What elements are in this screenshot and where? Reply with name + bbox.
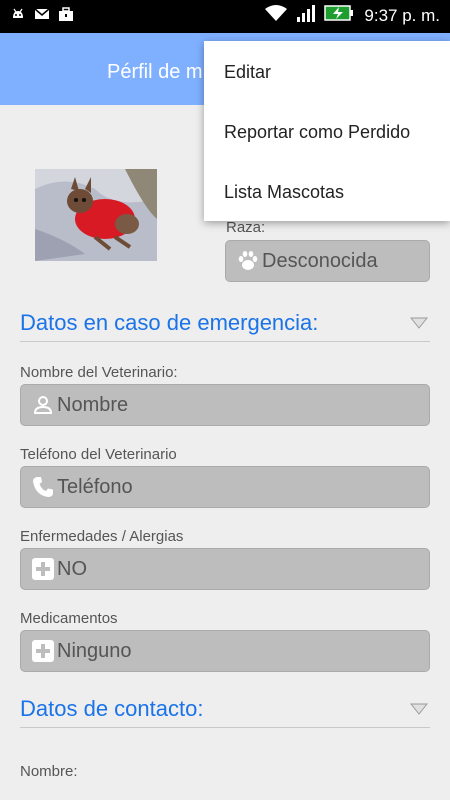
person-icon xyxy=(31,393,55,417)
signal-icon xyxy=(296,4,316,27)
breed-field[interactable]: Desconocida xyxy=(225,240,430,282)
illness-label: Enfermedades / Alergias xyxy=(20,528,184,545)
menu-item-reportar-perdido[interactable]: Reportar como Perdido xyxy=(224,122,410,143)
vet-name-label: Nombre del Veterinario: xyxy=(20,364,178,381)
meds-label: Medicamentos xyxy=(20,610,118,627)
meds-value: Ninguno xyxy=(57,639,132,662)
page-title: Pérfil de m xyxy=(107,61,203,83)
mail-icon xyxy=(34,6,50,27)
illness-value: NO xyxy=(57,557,87,580)
phone-icon xyxy=(31,475,55,499)
illness-field[interactable]: NO xyxy=(20,548,430,590)
vet-phone-field[interactable]: Teléfono xyxy=(20,466,430,508)
wifi-icon xyxy=(264,4,288,27)
android-debug-icon xyxy=(10,6,26,27)
breed-value: Desconocida xyxy=(262,249,378,272)
battery-charging-icon xyxy=(324,4,354,27)
paw-icon xyxy=(236,249,260,273)
pet-photo[interactable] xyxy=(35,169,157,261)
status-bar: 9:37 p. m. xyxy=(0,0,450,33)
contact-section-title: Datos de contacto: xyxy=(20,696,204,721)
vet-name-placeholder: Nombre xyxy=(57,393,129,416)
contact-name-label: Nombre: xyxy=(20,763,78,780)
vet-phone-placeholder: Teléfono xyxy=(57,475,133,498)
breed-label: Raza: xyxy=(226,219,266,236)
meds-field[interactable]: Ninguno xyxy=(20,630,430,672)
contact-section-header[interactable]: Datos de contacto: xyxy=(20,694,430,728)
medical-cross-icon xyxy=(31,557,55,581)
menu-item-editar[interactable]: Editar xyxy=(224,62,271,83)
medical-cross-icon xyxy=(31,639,55,663)
vet-phone-label: Teléfono del Veterinario xyxy=(20,446,177,463)
clock: 9:37 p. m. xyxy=(364,5,440,25)
emergency-section-header[interactable]: Datos en caso de emergencia: xyxy=(20,308,430,342)
emergency-section-title: Datos en caso de emergencia: xyxy=(20,310,319,335)
menu-item-lista-mascotas[interactable]: Lista Mascotas xyxy=(224,182,344,203)
briefcase-icon xyxy=(58,6,74,27)
vet-name-field[interactable]: Nombre xyxy=(20,384,430,426)
overflow-menu: Editar Reportar como Perdido Lista Masco… xyxy=(204,41,450,221)
expand-triangle-icon[interactable] xyxy=(409,702,429,720)
expand-triangle-icon[interactable] xyxy=(409,316,429,334)
